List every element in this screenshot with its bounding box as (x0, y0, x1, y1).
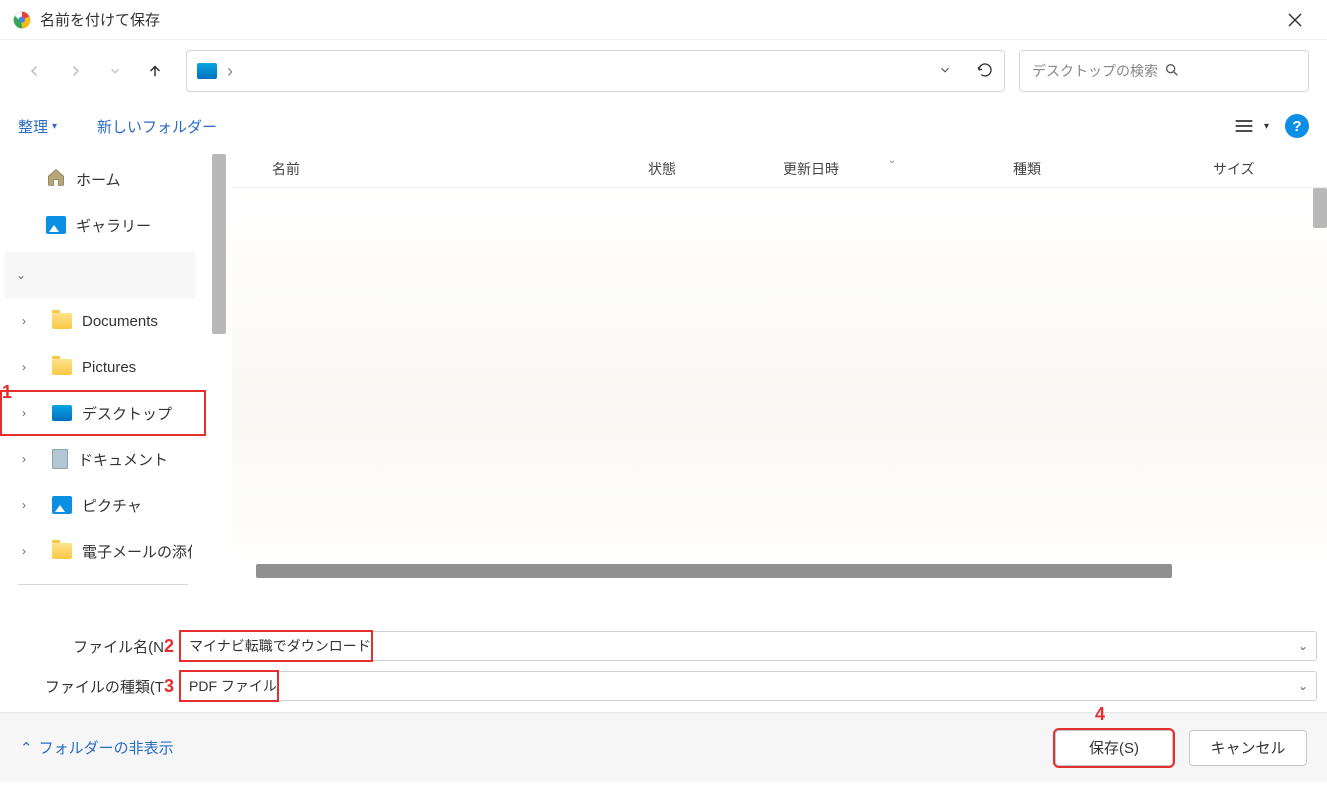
annotation-3: 3 (164, 676, 174, 696)
recent-dropdown[interactable] (98, 54, 132, 88)
close-button[interactable] (1275, 0, 1315, 40)
filetype-label: ファイルの種類(T3 (10, 676, 180, 697)
view-options-dropdown[interactable]: ▾ (1234, 118, 1269, 134)
column-date[interactable]: ⌄ 更新日時 (777, 159, 1007, 179)
folder-icon (52, 543, 72, 559)
filename-label: ファイル名(N2 (10, 636, 180, 657)
navbar: › デスクトップの検索 (0, 40, 1327, 102)
sidebar-label: Pictures (82, 359, 136, 376)
sidebar-item-pictures[interactable]: › Pictures (0, 344, 206, 390)
sidebar-label: デスクトップ (82, 403, 172, 424)
sidebar-label: Documents (82, 313, 158, 330)
new-folder-button[interactable]: 新しいフォルダー (97, 116, 217, 137)
chevron-down-icon: ⌄ (16, 268, 30, 282)
address-bar[interactable]: › (186, 50, 1005, 92)
annotation-2: 2 (164, 636, 174, 656)
filetype-value: PDF ファイル (189, 676, 277, 696)
file-horizontal-scrollbar[interactable] (256, 564, 1321, 578)
sidebar-label: ホーム (76, 169, 121, 190)
chevron-right-icon: › (22, 452, 36, 466)
toolbar: 整理▾ 新しいフォルダー ▾ ? (0, 102, 1327, 150)
search-input[interactable]: デスクトップの検索 (1019, 50, 1309, 92)
file-vertical-scrollbar[interactable] (1313, 188, 1327, 228)
sidebar-item-documents-jp[interactable]: › ドキュメント (0, 436, 206, 482)
sidebar-item-collapsed[interactable]: ⌄ (4, 252, 196, 298)
column-state[interactable]: 状態 (642, 159, 777, 179)
breadcrumb-separator: › (227, 61, 233, 82)
chevron-right-icon: › (22, 544, 36, 558)
titlebar: 名前を付けて保存 (0, 0, 1327, 40)
up-button[interactable] (138, 54, 172, 88)
back-button[interactable] (18, 54, 52, 88)
sidebar-item-gallery[interactable]: ギャラリー (0, 202, 206, 248)
chevron-right-icon: › (22, 406, 36, 420)
cancel-button[interactable]: キャンセル (1189, 730, 1307, 766)
column-header: 名前 状態 ⌄ 更新日時 種類 サイズ (232, 150, 1327, 188)
footer: ⌃ フォルダーの非表示 4 保存(S) キャンセル (0, 712, 1327, 782)
sidebar-label: ピクチャ (82, 495, 142, 516)
main-area: ホーム ギャラリー ⌄ › Documents › Pictures › デスク… (0, 150, 1327, 606)
gallery-icon (46, 216, 66, 234)
file-pane: 名前 状態 ⌄ 更新日時 種類 サイズ (232, 150, 1327, 606)
sidebar-item-desktop[interactable]: › デスクトップ (0, 390, 206, 436)
chevron-right-icon: › (22, 360, 36, 374)
column-name[interactable]: 名前 (232, 159, 642, 179)
folder-icon (52, 359, 72, 375)
filetype-select[interactable]: PDF ファイル ⌄ (180, 671, 1317, 701)
forward-button[interactable] (58, 54, 92, 88)
chevron-up-icon: ⌃ (20, 739, 33, 757)
chevron-down-icon[interactable]: ⌄ (1298, 679, 1308, 693)
search-icon (1164, 62, 1296, 81)
search-placeholder: デスクトップの検索 (1032, 61, 1164, 81)
chevron-down-icon[interactable]: ⌄ (1298, 639, 1308, 653)
save-form: ファイル名(N2 マイナビ転職でダウンロード ⌄ ファイルの種類(T3 PDF … (0, 606, 1327, 712)
column-type[interactable]: 種類 (1007, 159, 1207, 179)
filename-input[interactable]: マイナビ転職でダウンロード ⌄ (180, 631, 1317, 661)
sidebar-scrollbar[interactable] (212, 154, 226, 334)
chevron-right-icon: › (22, 314, 36, 328)
sidebar-item-home[interactable]: ホーム (0, 156, 206, 202)
organize-dropdown[interactable]: 整理▾ (18, 116, 57, 137)
sidebar: ホーム ギャラリー ⌄ › Documents › Pictures › デスク… (0, 150, 206, 606)
sidebar-divider (18, 584, 188, 585)
column-size[interactable]: サイズ (1207, 159, 1267, 179)
address-chevron-icon[interactable] (938, 63, 952, 80)
refresh-button[interactable] (976, 61, 994, 82)
home-icon (46, 167, 66, 191)
filename-value: マイナビ転職でダウンロード (189, 636, 371, 656)
toggle-folders-label: フォルダーの非表示 (39, 737, 174, 758)
sidebar-label: ドキュメント (78, 449, 168, 470)
sidebar-item-pictures-jp[interactable]: › ピクチャ (0, 482, 206, 528)
window-title: 名前を付けて保存 (40, 9, 1275, 30)
help-button[interactable]: ? (1285, 114, 1309, 138)
desktop-icon (197, 63, 217, 79)
folder-icon (52, 313, 72, 329)
chrome-icon (12, 10, 32, 30)
save-button[interactable]: 保存(S) (1055, 730, 1173, 766)
desktop-icon (52, 405, 72, 421)
file-list[interactable] (232, 188, 1327, 584)
sidebar-item-documents[interactable]: › Documents (0, 298, 206, 344)
sidebar-label: 電子メールの添付 (82, 541, 192, 562)
sidebar-item-email-attachments[interactable]: › 電子メールの添付 (0, 528, 206, 574)
sort-indicator-icon: ⌄ (888, 155, 896, 166)
sidebar-label: ギャラリー (76, 215, 151, 236)
picture-icon (52, 496, 72, 514)
chevron-right-icon: › (22, 498, 36, 512)
toggle-folders-pane[interactable]: ⌃ フォルダーの非表示 (20, 737, 174, 758)
document-icon (52, 449, 68, 469)
